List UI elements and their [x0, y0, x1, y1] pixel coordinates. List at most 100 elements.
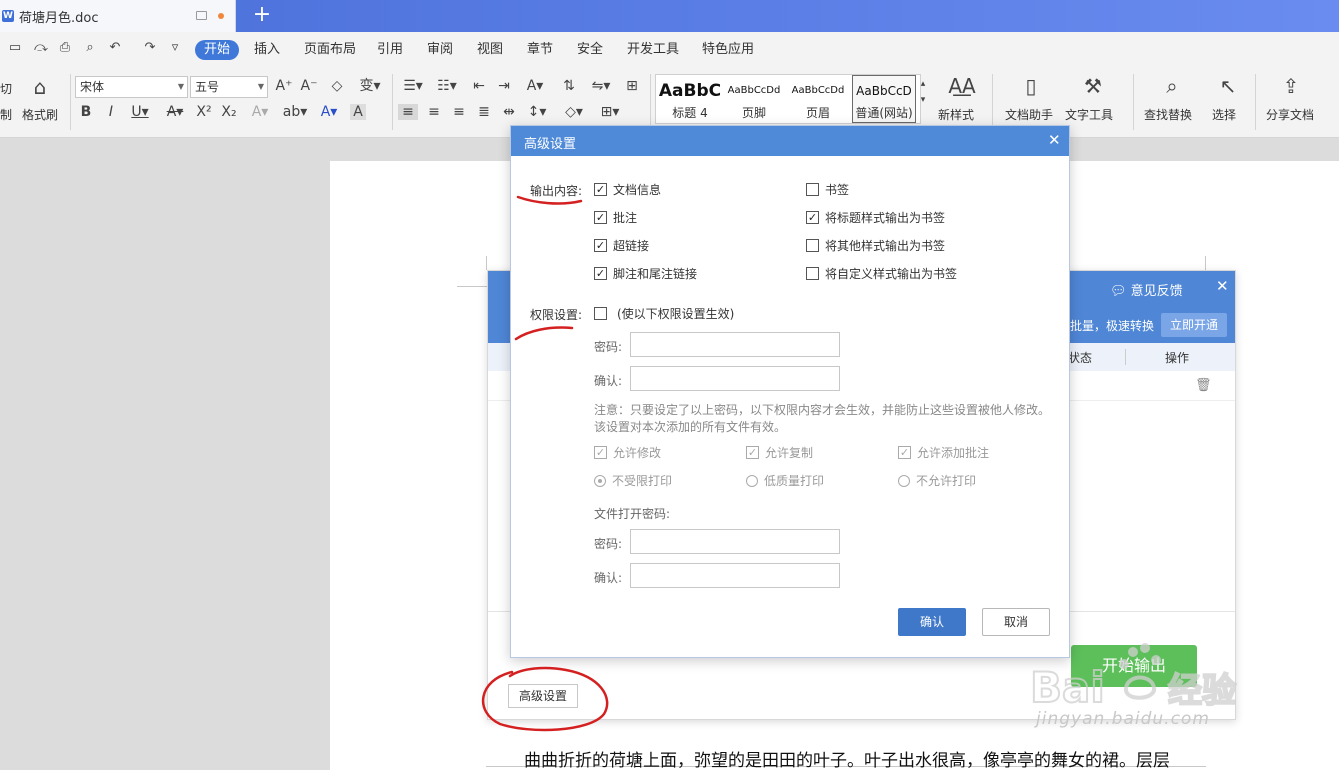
checkbox-allow-edit[interactable]: ✓ 允许修改 — [594, 444, 661, 461]
radio-low-quality-print[interactable]: 低质量打印 — [746, 472, 824, 489]
menu-references[interactable]: 引用 — [377, 40, 403, 60]
style-normal-web[interactable]: AaBbCcD 普通(网站) — [852, 75, 916, 123]
superscript-icon[interactable]: X² — [195, 104, 213, 120]
text-direction-icon[interactable]: A▾ — [522, 78, 548, 94]
close-icon[interactable]: ✕ — [1216, 277, 1229, 295]
shrink-font-icon[interactable]: A⁻ — [300, 78, 318, 94]
radio-unrestricted-print[interactable]: 不受限打印 — [594, 472, 672, 489]
cancel-button[interactable]: 取消 — [982, 608, 1050, 636]
menu-section[interactable]: 章节 — [527, 40, 553, 60]
checkbox-hyperlinks[interactable]: ✓ 超链接 — [594, 237, 649, 254]
numbering-icon[interactable]: ☷▾ — [434, 78, 460, 94]
format-icon[interactable]: ⤼ — [34, 41, 48, 55]
close-icon[interactable]: ✕ — [1048, 131, 1061, 149]
format-painter-label[interactable]: 格式刷 — [22, 106, 58, 123]
menu-home[interactable]: 开始 — [195, 40, 240, 60]
text-effect-icon[interactable]: A▾ — [248, 104, 272, 120]
customize-chevron-icon[interactable]: ▿ — [168, 41, 182, 55]
advanced-settings-button[interactable]: 高级设置 — [508, 684, 578, 708]
italic-icon[interactable]: I — [103, 104, 119, 120]
radio-no-print[interactable]: 不允许打印 — [898, 472, 976, 489]
checkbox-enable-permissions[interactable]: (使以下权限设置生效) — [594, 305, 734, 322]
text-tools-button[interactable]: 文字工具 — [1065, 106, 1113, 123]
print-icon[interactable]: ⎙ — [58, 41, 72, 55]
phonetic-guide-icon[interactable]: 变▾ — [356, 78, 384, 94]
checkbox-other-style-bookmarks[interactable]: 将其他样式输出为书签 — [806, 237, 945, 254]
menu-security[interactable]: 安全 — [577, 40, 603, 60]
wrench-icon[interactable]: ⚒ — [1082, 74, 1104, 98]
menu-page-layout[interactable]: 页面布局 — [304, 40, 356, 60]
menu-developer[interactable]: 开发工具 — [627, 40, 679, 60]
copy-button[interactable]: 制 — [0, 106, 12, 123]
underline-icon[interactable]: U▾ — [127, 104, 153, 120]
table-grid-icon[interactable]: ⊞ — [622, 78, 642, 94]
format-painter-icon[interactable]: ⌂ — [30, 76, 50, 98]
cut-button[interactable]: 切 — [0, 80, 12, 97]
strikethrough-icon[interactable]: A▾ — [162, 104, 188, 120]
clear-format-icon[interactable]: ◇ — [328, 78, 346, 94]
document-tab[interactable]: W 荷塘月色.doc — [0, 0, 236, 32]
checkbox-heading-bookmarks[interactable]: ✓ 将标题样式输出为书签 — [806, 209, 945, 226]
find-replace-button[interactable]: 查找替换 — [1144, 106, 1192, 123]
share-button[interactable]: 分享文档 — [1266, 106, 1314, 123]
bold-icon[interactable]: B — [78, 104, 94, 120]
increase-indent-icon[interactable]: ⇥ — [495, 78, 513, 94]
select-button[interactable]: 选择 — [1212, 106, 1236, 123]
checkbox-footnote-links[interactable]: ✓ 脚注和尾注链接 — [594, 265, 697, 282]
trash-icon[interactable]: 🗑︎ — [1195, 378, 1212, 393]
checkbox-bookmarks[interactable]: 书签 — [806, 181, 849, 198]
share-icon[interactable]: ⇪ — [1280, 74, 1302, 98]
document-helper-button[interactable]: 文档助手 — [1005, 106, 1053, 123]
menu-special[interactable]: 特色应用 — [702, 40, 754, 60]
gallery-scroll-icon[interactable]: ▴ ▾ — [918, 76, 928, 108]
decrease-indent-icon[interactable]: ⇤ — [470, 78, 488, 94]
cursor-arrow-icon[interactable]: ↖ — [1218, 74, 1238, 98]
font-color-icon[interactable]: A▾ — [316, 104, 342, 120]
sort-icon[interactable]: ⇅ — [560, 78, 578, 94]
shading-icon[interactable]: ◇▾ — [560, 104, 588, 120]
highlight-icon[interactable]: ab▾ — [282, 104, 308, 120]
checkbox-allow-comments[interactable]: ✓ 允许添加批注 — [898, 444, 989, 461]
menu-insert[interactable]: 插入 — [254, 40, 280, 60]
justify-icon[interactable]: ≣ — [474, 104, 494, 120]
ok-button[interactable]: 确认 — [898, 608, 966, 636]
redo-icon[interactable]: ↷ — [143, 41, 157, 55]
save-icon[interactable]: ▭ — [8, 41, 22, 55]
document-paragraph[interactable]: 曲曲折折的荷塘上面，弥望的是田田的叶子。叶子出水很高，像亭亭的舞女的裙。层层 — [524, 746, 1170, 770]
font-size-select[interactable]: 五号 ▼ — [190, 76, 268, 98]
checkbox-doc-info[interactable]: ✓ 文档信息 — [594, 181, 661, 198]
monitor-icon[interactable] — [196, 11, 207, 20]
menu-view[interactable]: 视图 — [477, 40, 503, 60]
new-tab-button[interactable]: + — [252, 3, 272, 27]
align-left-icon[interactable]: ≡ — [398, 104, 418, 120]
align-right-icon[interactable]: ≡ — [449, 104, 469, 120]
open-password-input[interactable] — [630, 529, 840, 554]
menu-review[interactable]: 审阅 — [427, 40, 453, 60]
checkbox-allow-copy[interactable]: ✓ 允许复制 — [746, 444, 813, 461]
feedback-link[interactable]: 💬︎ 意见反馈 — [1110, 280, 1183, 299]
permission-password-input[interactable] — [630, 332, 840, 357]
new-style-button[interactable]: 新样式 — [938, 106, 974, 123]
checkbox-comments[interactable]: ✓ 批注 — [594, 209, 637, 226]
bullets-icon[interactable]: ☰▾ — [400, 78, 426, 94]
permission-confirm-input[interactable] — [630, 366, 840, 391]
undo-icon[interactable]: ↶ — [108, 41, 122, 55]
line-spacing-icon[interactable]: ↕▾ — [524, 104, 550, 120]
align-center-icon[interactable]: ≡ — [424, 104, 444, 120]
subscript-icon[interactable]: X₂ — [220, 104, 238, 120]
style-header[interactable]: AaBbCcDd 页眉 — [786, 75, 850, 123]
new-style-icon[interactable]: A͟A — [948, 74, 976, 98]
style-footer[interactable]: AaBbCcDd 页脚 — [722, 75, 786, 123]
style-heading4[interactable]: AaBbC 标题 4 — [658, 75, 722, 123]
document-helper-icon[interactable]: ▯ — [1020, 74, 1042, 98]
show-marks-icon[interactable]: ⇋▾ — [588, 78, 614, 94]
checkbox-custom-style-bookmarks[interactable]: 将自定义样式输出为书签 — [806, 265, 957, 282]
borders-icon[interactable]: ⊞▾ — [596, 104, 624, 120]
char-shading-icon[interactable]: A — [350, 104, 366, 120]
open-password-confirm-input[interactable] — [630, 563, 840, 588]
font-name-select[interactable]: 宋体 ▼ — [75, 76, 188, 98]
magnifier-icon[interactable]: ⌕ — [1160, 74, 1184, 98]
grow-font-icon[interactable]: A⁺ — [275, 78, 293, 94]
distributed-icon[interactable]: ⇹ — [499, 104, 519, 120]
open-now-button[interactable]: 立即开通 — [1161, 313, 1227, 337]
